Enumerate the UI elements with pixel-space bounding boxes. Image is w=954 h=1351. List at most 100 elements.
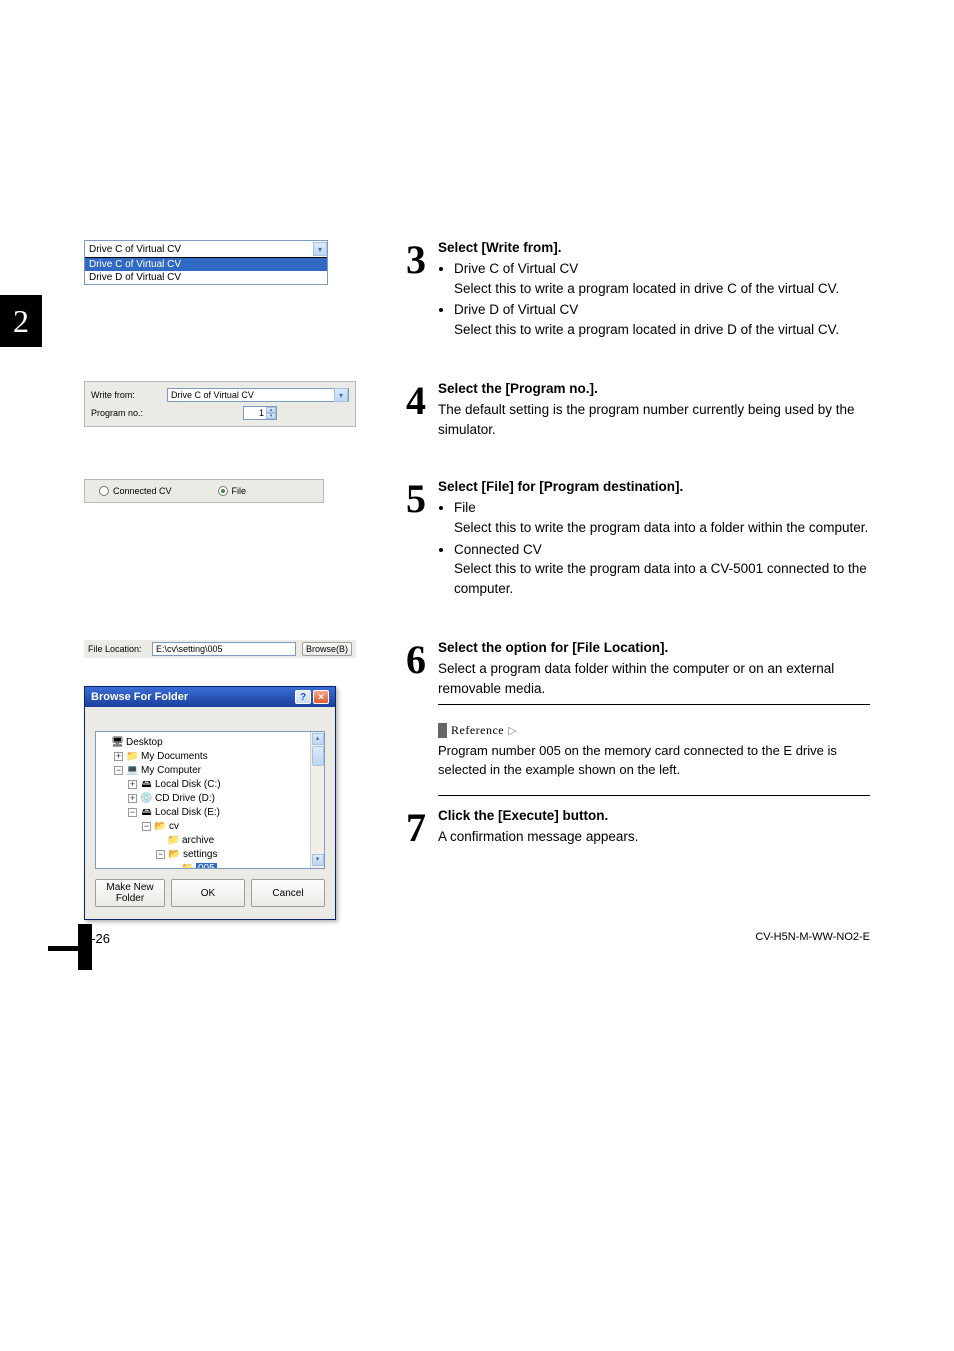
radio-connected-cv[interactable]: Connected CV	[99, 486, 172, 496]
write-from-value: Drive C of Virtual CV	[171, 390, 254, 400]
expand-icon[interactable]: +	[114, 752, 123, 761]
folder-open-icon: 📂	[154, 820, 167, 834]
folder-open-icon: 📂	[168, 848, 181, 862]
write-from-label: Write from:	[91, 390, 167, 400]
reference-label: Reference ▷	[438, 723, 517, 738]
combo-option[interactable]: Drive D of Virtual CV	[85, 271, 327, 284]
write-from-select[interactable]: Drive C of Virtual CV ▾	[167, 388, 349, 402]
combo-option[interactable]: Drive C of Virtual CV	[85, 258, 327, 271]
ok-button[interactable]: OK	[171, 879, 245, 907]
step-body: The default setting is the program numbe…	[438, 400, 870, 439]
tree-item[interactable]: cv	[169, 821, 179, 832]
step-title: Click the [Execute] button.	[438, 808, 638, 823]
step-6: File Location: E:\cv\setting\005 Browse(…	[84, 640, 870, 920]
collapse-icon[interactable]: −	[128, 808, 137, 817]
doc-code: CV-H5N-M-WW-NO2-E	[755, 931, 870, 946]
write-from-dropdown[interactable]: Drive C of Virtual CV ▾ Drive C of Virtu…	[84, 240, 328, 285]
tree-item-selected[interactable]: 005	[196, 863, 217, 869]
bullet-body: Select this to write a program located i…	[454, 281, 839, 296]
chapter-tab: 2	[0, 295, 42, 347]
chevron-down-icon[interactable]: ▾	[334, 388, 348, 402]
folder-tree[interactable]: 🖥Desktop +📁My Documents −💻My Computer +🖴…	[95, 731, 325, 869]
scroll-thumb[interactable]	[312, 746, 324, 766]
desktop-icon: 🖥	[111, 736, 124, 750]
cancel-button[interactable]: Cancel	[251, 879, 325, 907]
radio-icon	[218, 486, 228, 496]
chevron-down-icon[interactable]: ▾	[313, 242, 327, 256]
step-body: Select a program data folder within the …	[438, 659, 870, 698]
step-4: Write from: Drive C of Virtual CV ▾ Prog…	[84, 381, 870, 439]
tree-item[interactable]: My Computer	[141, 765, 201, 776]
step-title: Select [Write from].	[438, 240, 870, 255]
reference-body: Program number 005 on the memory card co…	[438, 742, 870, 778]
radio-label: Connected CV	[113, 486, 172, 496]
divider	[438, 704, 870, 705]
step-number: 3	[394, 240, 438, 280]
step-number: 7	[394, 808, 438, 848]
bullet-head: Drive C of Virtual CV	[454, 261, 578, 276]
folder-icon: 📁	[167, 834, 180, 848]
divider	[438, 795, 870, 796]
dialog-title: Browse For Folder	[91, 691, 188, 703]
cd-icon: 💿	[140, 792, 153, 806]
browse-button[interactable]: Browse(B)	[302, 642, 352, 656]
scrollbar[interactable]: ▴ ▾	[310, 732, 324, 868]
step-title: Select [File] for [Program destination].	[438, 479, 870, 494]
step-number: 5	[394, 479, 438, 519]
collapse-icon[interactable]: −	[142, 822, 151, 831]
radio-file[interactable]: File	[218, 486, 247, 496]
radio-label: File	[232, 486, 247, 496]
footer-marker	[78, 924, 92, 970]
computer-icon: 💻	[126, 764, 139, 778]
tree-item[interactable]: Local Disk (C:)	[155, 779, 221, 790]
bullet-body: Select this to write the program data in…	[454, 561, 867, 596]
radio-icon	[99, 486, 109, 496]
file-location-row: File Location: E:\cv\setting\005 Browse(…	[84, 640, 356, 658]
program-no-value: 1	[259, 408, 264, 418]
scroll-down-icon[interactable]: ▾	[312, 854, 324, 866]
bullet-body: Select this to write a program located i…	[454, 322, 839, 337]
tree-item[interactable]: archive	[182, 835, 214, 846]
tree-item[interactable]: My Documents	[141, 751, 208, 762]
tree-item[interactable]: CD Drive (D:)	[155, 793, 215, 804]
program-no-label: Program no.:	[91, 408, 167, 418]
file-location-label: File Location:	[88, 644, 146, 654]
program-no-input[interactable]: 1 ▴▾	[243, 406, 277, 420]
close-icon[interactable]: ×	[313, 690, 329, 704]
collapse-icon[interactable]: −	[156, 850, 165, 859]
destination-panel: Connected CV File	[84, 479, 324, 503]
file-location-input[interactable]: E:\cv\setting\005	[152, 642, 296, 656]
write-from-panel: Write from: Drive C of Virtual CV ▾ Prog…	[84, 381, 356, 427]
scroll-up-icon[interactable]: ▴	[312, 733, 324, 745]
folder-icon: 📁	[181, 862, 194, 869]
file-location-value: E:\cv\setting\005	[156, 644, 223, 654]
browse-for-folder-dialog: Browse For Folder ? × 🖥Desktop +📁My Docu…	[84, 686, 336, 920]
combo-display: Drive C of Virtual CV	[89, 244, 181, 255]
tree-item[interactable]: settings	[183, 849, 217, 860]
disk-icon: 🖴	[140, 806, 153, 820]
step-5: Connected CV File 5 Select [File] for [P…	[84, 479, 870, 600]
folder-icon: 📁	[126, 750, 139, 764]
bullet-body: Select this to write the program data in…	[454, 520, 868, 535]
make-new-folder-button[interactable]: Make New Folder	[95, 879, 165, 907]
tree-item[interactable]: Local Disk (E:)	[155, 807, 220, 818]
spinner-down-icon[interactable]: ▾	[266, 413, 276, 419]
step-body: A confirmation message appears.	[438, 827, 638, 847]
step-title: Select the option for [File Location].	[438, 640, 870, 655]
step-title: Select the [Program no.].	[438, 381, 870, 396]
bullet-head: Connected CV	[454, 542, 542, 557]
flag-icon: ▷	[508, 724, 516, 737]
help-icon[interactable]: ?	[295, 690, 311, 704]
dialog-titlebar[interactable]: Browse For Folder ? ×	[85, 687, 335, 707]
step-3: Drive C of Virtual CV ▾ Drive C of Virtu…	[84, 240, 870, 341]
tree-item[interactable]: Desktop	[126, 737, 163, 748]
bullet-head: Drive D of Virtual CV	[454, 302, 578, 317]
expand-icon[interactable]: +	[128, 780, 137, 789]
step-number: 6	[394, 640, 438, 680]
collapse-icon[interactable]: −	[114, 766, 123, 775]
bullet-head: File	[454, 500, 476, 515]
disk-icon: 🖴	[140, 778, 153, 792]
expand-icon[interactable]: +	[128, 794, 137, 803]
step-number: 4	[394, 381, 438, 421]
page-footer: 2-26 CV-H5N-M-WW-NO2-E	[84, 931, 870, 946]
